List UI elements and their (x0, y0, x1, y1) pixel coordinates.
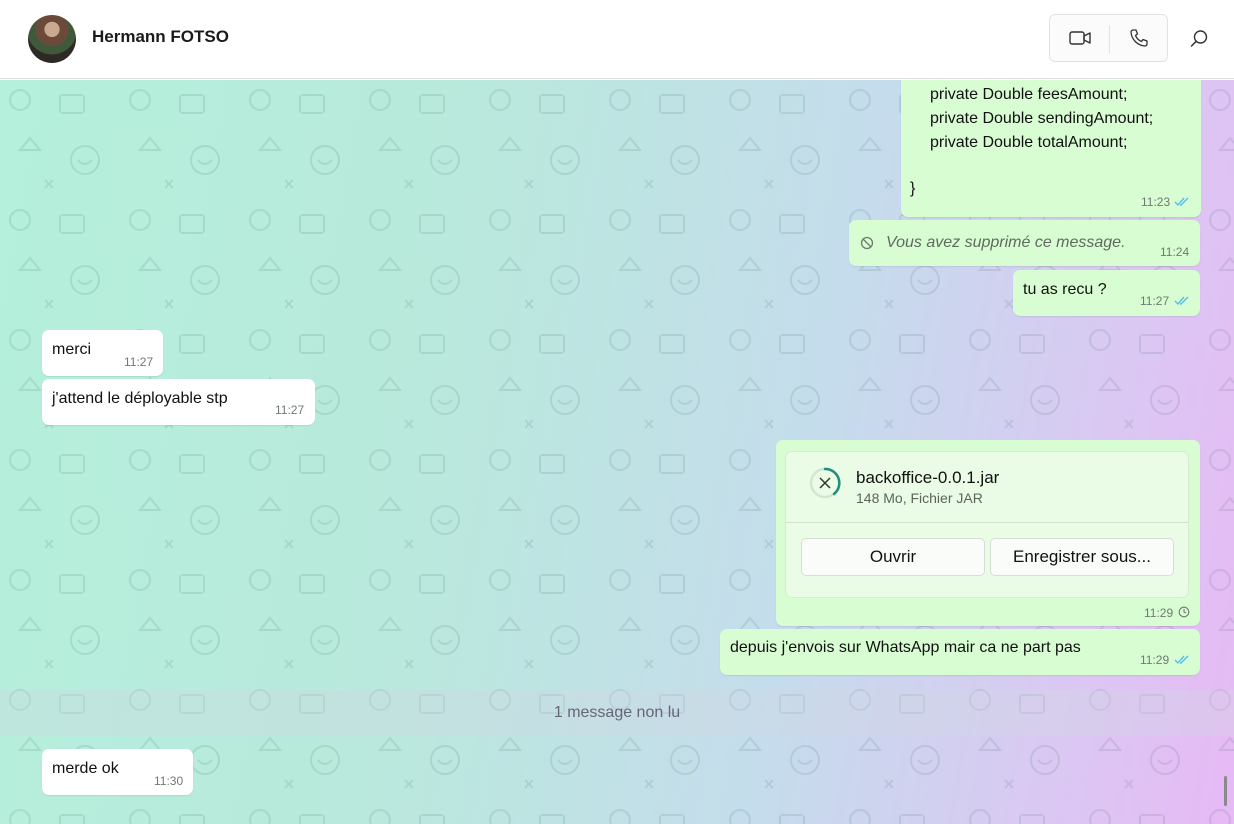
search-button[interactable] (1182, 22, 1216, 56)
unread-messages-divider: 1 message non lu (0, 690, 1234, 736)
message-incoming[interactable]: merde ok 11:30 (42, 749, 193, 795)
code-line-3: private Double totalAmount; (930, 134, 1128, 151)
code-line-2: private Double sendingAmount; (930, 110, 1154, 127)
message-time: 11:23 (1141, 195, 1171, 209)
phone-call-icon (1130, 29, 1148, 47)
open-file-button[interactable]: Ouvrir (801, 538, 985, 576)
message-text: merde ok (52, 760, 119, 777)
message-time: 11:27 (124, 355, 154, 369)
message-incoming[interactable]: merci 11:27 (42, 330, 163, 376)
video-call-button[interactable] (1050, 15, 1109, 61)
read-receipt-icon (1174, 197, 1189, 207)
unread-count-label: 1 message non lu (553, 704, 681, 721)
chat-area[interactable]: private Double feesAmount; private Doubl… (0, 80, 1234, 824)
message-outgoing[interactable]: depuis j'envois sur WhatsApp mair ca ne … (720, 629, 1200, 675)
deleted-message-icon (860, 236, 874, 250)
read-receipt-icon (1174, 655, 1189, 665)
contact-name[interactable]: Hermann FOTSO (92, 27, 229, 47)
save-as-button[interactable]: Enregistrer sous... (990, 538, 1174, 576)
message-time: 11:27 (275, 403, 305, 417)
pending-clock-icon (1178, 606, 1190, 618)
message-outgoing[interactable]: tu as recu ? 11:27 (1013, 270, 1200, 316)
message-code-snippet[interactable]: private Double feesAmount; private Doubl… (901, 80, 1201, 217)
file-name: backoffice-0.0.1.jar (856, 468, 1000, 487)
file-card[interactable]: backoffice-0.0.1.jar 148 Mo, Fichier JAR… (786, 452, 1188, 597)
file-meta: 148 Mo, Fichier JAR (856, 490, 983, 506)
message-file-attachment[interactable]: backoffice-0.0.1.jar 148 Mo, Fichier JAR… (776, 440, 1200, 626)
file-card-divider (786, 522, 1188, 523)
message-deleted[interactable]: Vous avez supprimé ce message. 11:24 (849, 220, 1200, 266)
code-line-closing-brace: } (910, 180, 916, 197)
voice-call-button[interactable] (1110, 15, 1168, 61)
message-time: 11:24 (1160, 245, 1190, 259)
message-time: 11:29 (1144, 606, 1174, 620)
deleted-message-text: Vous avez supprimé ce message. (886, 234, 1126, 251)
search-icon (1190, 30, 1208, 47)
chat-header: Hermann FOTSO (0, 0, 1234, 79)
message-time: 11:29 (1140, 653, 1170, 667)
code-line-1: private Double feesAmount; (930, 86, 1128, 103)
message-time: 11:27 (1140, 294, 1170, 308)
video-call-icon (1068, 31, 1091, 45)
download-progress-icon[interactable] (808, 466, 842, 500)
message-text: tu as recu ? (1023, 281, 1107, 298)
message-incoming[interactable]: j'attend le déployable stp 11:27 (42, 379, 315, 425)
read-receipt-icon (1174, 296, 1189, 306)
contact-avatar[interactable] (28, 15, 76, 63)
chat-scrollbar[interactable] (1224, 776, 1227, 806)
message-time: 11:30 (154, 774, 184, 788)
message-text: merci (52, 341, 92, 358)
message-text: j'attend le déployable stp (52, 390, 228, 407)
call-button-group (1049, 14, 1168, 62)
message-text: depuis j'envois sur WhatsApp mair ca ne … (730, 639, 1081, 656)
